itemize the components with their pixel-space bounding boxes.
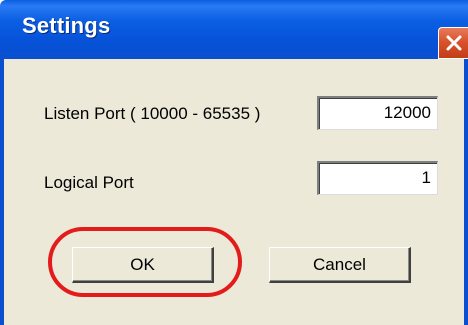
logical-port-label: Logical Port xyxy=(44,173,134,192)
title-bar[interactable]: Settings xyxy=(0,0,468,59)
settings-dialog: Settings Listen Port ( 10000 - 65535 ) 1… xyxy=(0,0,468,325)
listen-port-label: Listen Port ( 10000 - 65535 ) xyxy=(44,104,261,123)
window-title: Settings xyxy=(22,13,111,38)
cancel-button[interactable]: Cancel xyxy=(269,247,411,283)
ok-button-highlight xyxy=(48,227,242,297)
dialog-body: Listen Port ( 10000 - 65535 ) 12000 Logi… xyxy=(0,59,468,325)
listen-port-input[interactable]: 12000 xyxy=(317,96,438,130)
logical-port-input[interactable]: 1 xyxy=(317,161,438,195)
close-button[interactable] xyxy=(438,27,468,59)
close-icon xyxy=(446,35,462,51)
